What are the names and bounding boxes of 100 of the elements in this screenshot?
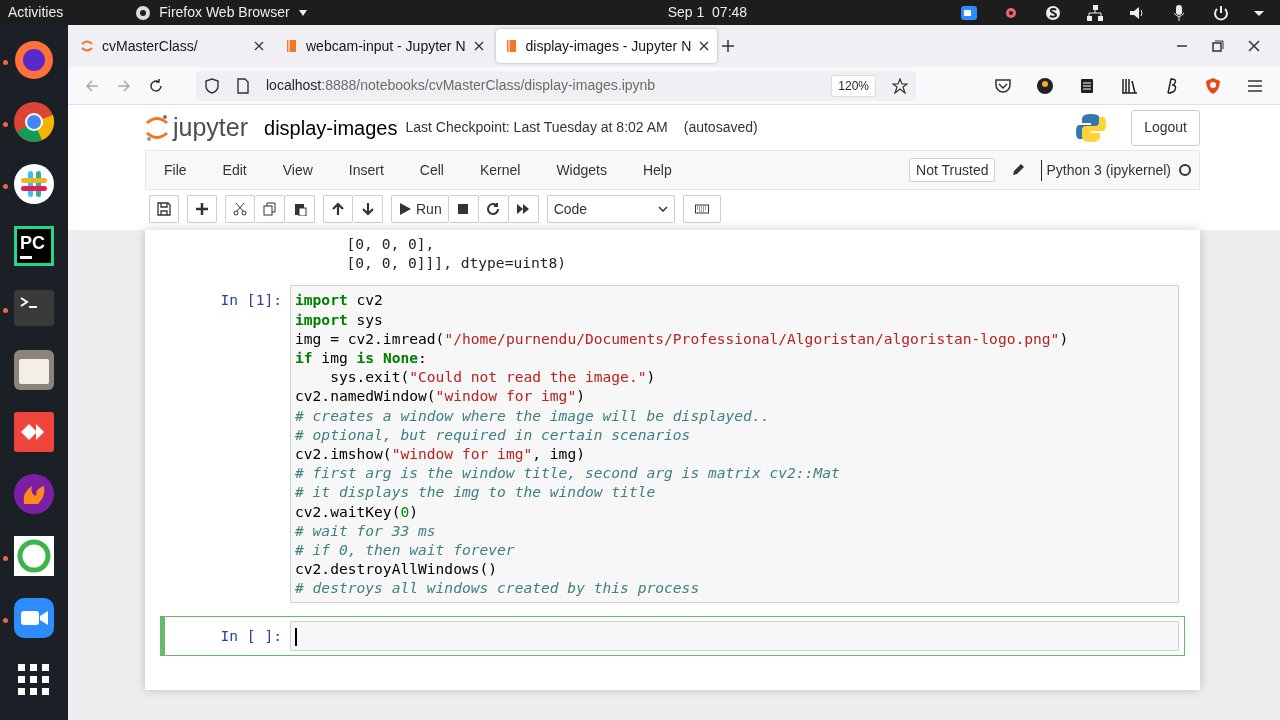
ring-icon[interactable] — [12, 534, 56, 578]
remote-desktop-icon[interactable] — [12, 410, 56, 454]
move-down-button[interactable] — [353, 195, 383, 223]
code-line: # optional, but required in certain scenarios — [295, 424, 692, 445]
cut-button[interactable] — [225, 195, 255, 223]
code-line: cv2.imshow("window for img", img) — [295, 444, 586, 464]
video-camera-icon[interactable] — [960, 3, 978, 22]
code-line: sys.exit("Could not read the image.") — [329, 367, 657, 387]
ide-label: PC — [20, 233, 46, 252]
code-editor[interactable] — [290, 285, 1179, 603]
run-icon — [398, 202, 412, 216]
add-button[interactable] — [187, 195, 217, 223]
stop-button[interactable] — [448, 195, 479, 223]
browser-tab[interactable]: webcam-input - Jupyter N — [276, 29, 492, 63]
close-icon[interactable] — [254, 41, 264, 51]
code-line: # destroys all windows created by this process — [295, 578, 701, 598]
pocket-icon[interactable] — [994, 76, 1012, 95]
library-icon[interactable] — [1120, 76, 1138, 95]
run-button[interactable]: Run — [391, 195, 449, 223]
jupyter-icon — [145, 113, 169, 142]
menu-item[interactable]: View — [264, 159, 331, 181]
code-line: if img is None: — [295, 348, 428, 368]
activities-button[interactable]: Activities — [8, 2, 64, 23]
folder-icon[interactable] — [12, 348, 56, 392]
python-logo-icon — [1075, 111, 1108, 144]
selected-cell[interactable]: In [ ]: — [160, 615, 1185, 656]
cell-prompt: In [ ]: — [219, 625, 283, 645]
keyboard-icon — [694, 202, 709, 216]
move-down-icon — [360, 202, 375, 216]
url-field[interactable]: localhost:8888/notebooks/cvMasterClass/display-images.ipynb 120% — [196, 70, 916, 101]
close-icon[interactable] — [699, 41, 710, 51]
code-line: cv2.namedWindow("window for img") — [295, 386, 586, 406]
autosave-status: (autosaved) — [683, 118, 758, 137]
notebook-icon — [284, 39, 298, 53]
menu-item[interactable]: Cell — [401, 159, 462, 181]
app-menu[interactable]: Firefox Web Browser — [135, 2, 308, 23]
network-icon[interactable] — [1086, 3, 1104, 22]
code-line: # first arg is the window title, second arg is matrix cv2::Mat — [295, 463, 841, 483]
hash-icon[interactable] — [12, 162, 56, 206]
tab-title: webcam-input - Jupyter N — [306, 36, 466, 56]
fast-forward-icon — [516, 202, 531, 216]
paste-button[interactable] — [285, 195, 315, 223]
menu-item[interactable]: Kernel — [461, 159, 539, 181]
restart-button[interactable] — [478, 195, 509, 223]
browser-tab[interactable]: cvMasterClass/ — [72, 29, 272, 63]
letter-s-icon[interactable] — [1044, 3, 1062, 22]
account-icon[interactable] — [1036, 76, 1054, 95]
video-camera-icon[interactable] — [12, 596, 56, 640]
code-line: # if 0, then wait forever — [295, 540, 516, 560]
code-line: import sys — [295, 309, 384, 329]
page-icon — [236, 77, 250, 94]
plus-icon[interactable] — [721, 39, 736, 53]
jupyter-icon — [80, 39, 94, 53]
star-icon[interactable] — [892, 77, 908, 94]
restore-icon[interactable] — [1212, 40, 1224, 52]
ide-icon[interactable]: PC — [14, 226, 54, 266]
code-line: img = cv2.imread("/home/purnendu/Documents/Professional/Algoristan/algoristan-logo.png") — [295, 328, 1070, 348]
menu-item[interactable]: Widgets — [538, 159, 625, 181]
clock[interactable]: Sep 1 07:48 — [667, 2, 748, 23]
text-cursor — [295, 627, 297, 646]
reader-icon[interactable] — [1078, 76, 1096, 95]
keyboard-button[interactable] — [682, 195, 721, 223]
trust-button[interactable]: Not Trusted — [909, 158, 996, 182]
cut-icon — [233, 202, 247, 216]
power-icon[interactable] — [1212, 3, 1230, 22]
flame-icon[interactable] — [12, 472, 56, 516]
tab-title: display-images - Jupyter N — [525, 36, 692, 56]
code-line: cv2.waitKey(0) — [295, 501, 420, 521]
reload-icon[interactable] — [148, 77, 164, 94]
menu-item[interactable]: Edit — [204, 159, 265, 181]
close-icon[interactable] — [1248, 40, 1260, 52]
code-line: import cv2 — [295, 290, 384, 310]
save-button[interactable] — [149, 195, 179, 223]
browser-tab[interactable]: display-images - Jupyter N — [495, 29, 718, 63]
shield-icon — [204, 77, 220, 94]
fast-forward-button[interactable] — [508, 195, 539, 223]
stop-icon — [456, 202, 471, 216]
shield-badge-icon[interactable] — [1204, 76, 1222, 95]
caret-icon — [297, 8, 308, 17]
code-line: # creates a window where the image will be displayed.. — [295, 405, 771, 425]
jupyter-logo[interactable]: jupyter — [145, 108, 249, 147]
code-line: # it displays the img to the window title — [295, 482, 657, 502]
browser-icon[interactable] — [12, 38, 56, 82]
menu-item[interactable]: Help — [624, 159, 690, 181]
output-line: [0, 0, 0], — [345, 234, 436, 254]
code-line: # wait for 33 ms — [295, 520, 437, 541]
move-up-button[interactable] — [323, 195, 353, 223]
kernel-name[interactable]: Python 3 (ipykernel) — [1041, 159, 1171, 181]
pencil-icon[interactable] — [1011, 163, 1026, 177]
logout-button[interactable]: Logout — [1131, 109, 1200, 146]
cell-type-select[interactable]: Code — [546, 195, 675, 223]
copy-icon — [262, 202, 277, 216]
browser-icon[interactable] — [12, 100, 56, 144]
notebook-title[interactable]: display-images — [264, 112, 398, 143]
menu-item[interactable]: File — [146, 159, 205, 181]
zoom-level[interactable]: 120% — [831, 74, 876, 97]
move-up-icon — [331, 202, 345, 216]
close-icon[interactable] — [473, 41, 484, 51]
code-line: cv2.destroyAllWindows() — [295, 559, 499, 579]
menu-item[interactable]: Insert — [330, 159, 402, 181]
